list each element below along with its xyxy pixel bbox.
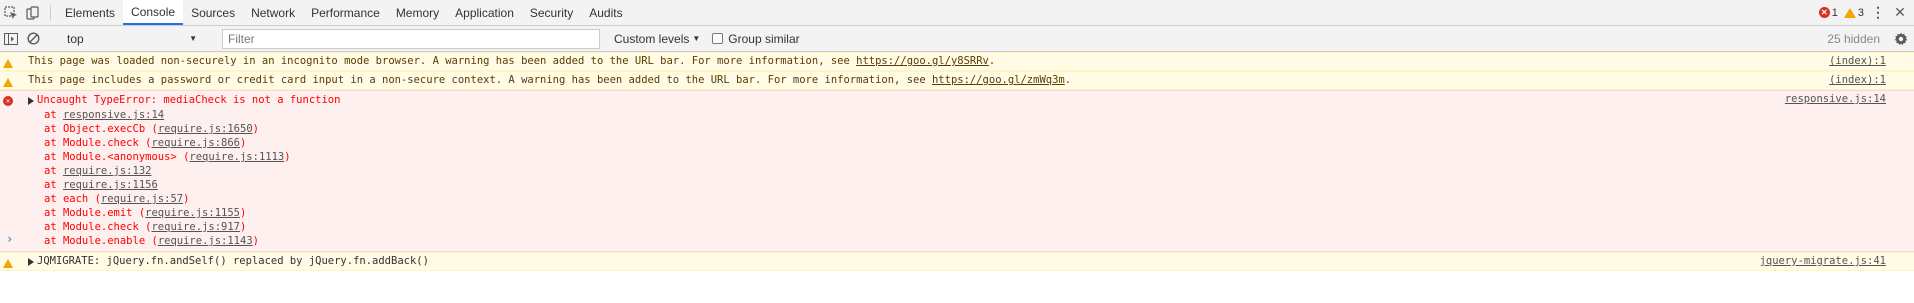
group-similar-label: Group similar [728, 31, 800, 46]
stack-frame: at Module.emit (require.js:1155) [44, 207, 247, 219]
tab-security[interactable]: Security [522, 0, 581, 25]
tab-console[interactable]: Console [123, 0, 184, 25]
stack-frame: at Object.execCb (require.js:1650) [44, 123, 259, 135]
log-levels-dropdown[interactable]: Custom levels ▼ [614, 32, 700, 46]
warning-icon [1843, 7, 1856, 18]
warning-text: This page was loaded non-securely in an … [28, 55, 857, 67]
expand-triangle-icon[interactable] [28, 96, 34, 105]
warning-link[interactable]: https://goo.gl/zmWq3m [932, 74, 1065, 86]
warning-message: This page was loaded non-securely in an … [0, 52, 1914, 71]
chevron-down-icon: ▼ [692, 34, 701, 43]
prompt-chevron-icon: › [6, 232, 14, 246]
error-icon: ✕ [1818, 7, 1830, 18]
stack-frame-link[interactable]: require.js:866 [151, 137, 240, 149]
stack-frame-link[interactable]: require.js:1113 [189, 151, 284, 163]
console-prompt[interactable]: › [0, 230, 1914, 248]
group-similar-checkbox[interactable] [712, 33, 724, 44]
stack-frame-link[interactable]: require.js:1155 [145, 207, 240, 219]
tab-sources[interactable]: Sources [183, 0, 243, 25]
warning-counter[interactable]: 3 [1843, 6, 1864, 19]
error-counter[interactable]: ✕ 1 [1818, 6, 1838, 19]
context-value: top [67, 31, 84, 46]
tab-separator [50, 5, 51, 20]
log-levels-label: Custom levels [614, 31, 690, 46]
console-sidebar-icon[interactable] [0, 32, 22, 45]
error-text: Uncaught TypeError: mediaCheck is not a … [37, 94, 341, 106]
stack-frame: at responsive.js:14 [44, 109, 165, 121]
filter-input[interactable] [222, 28, 600, 49]
tabbar-right: ✕ 1 3 ⋮ ✕ [1818, 0, 1914, 25]
error-icon: ✕ [3, 94, 13, 106]
warning-message: This page includes a password or credit … [0, 71, 1914, 90]
clear-console-icon[interactable] [22, 32, 44, 45]
error-count: 1 [1831, 6, 1838, 19]
stack-frame: at require.js:132 [44, 165, 152, 177]
stack-frame-link[interactable]: require.js:1156 [63, 179, 158, 191]
stack-frame-link[interactable]: require.js:57 [101, 193, 183, 205]
hidden-count: 25 hidden [1827, 31, 1880, 46]
warning-text: This page includes a password or credit … [28, 74, 932, 86]
message-source-link[interactable]: (index):1 [1829, 72, 1886, 89]
chevron-down-icon: ▼ [189, 34, 197, 43]
tab-performance[interactable]: Performance [303, 0, 388, 25]
context-select[interactable]: top ▼ [63, 29, 203, 49]
console-toolbar: top ▼ Custom levels ▼ Group similar 25 h… [0, 26, 1914, 52]
stack-frame: at require.js:1156 [44, 179, 158, 191]
warning-link[interactable]: https://goo.gl/y8SRRv [856, 55, 989, 67]
stack-frame: at each (require.js:57) [44, 193, 190, 205]
error-header[interactable]: Uncaught TypeError: mediaCheck is not a … [28, 93, 1894, 108]
tab-application[interactable]: Application [447, 0, 522, 25]
warning-suffix: . [988, 55, 996, 67]
close-icon[interactable]: ✕ [1892, 4, 1908, 21]
message-source-link[interactable]: responsive.js:14 [1785, 93, 1886, 105]
kebab-menu-icon[interactable]: ⋮ [1870, 4, 1886, 21]
devtools-tabbar: Elements Console Sources Network Perform… [0, 0, 1914, 26]
warning-text: JQMIGRATE: jQuery.fn.andSelf() replaced … [37, 255, 429, 267]
stack-frame: at Module.check (require.js:866) [44, 137, 247, 149]
error-message: ✕ Uncaught TypeError: mediaCheck is not … [0, 90, 1914, 252]
tab-network[interactable]: Network [243, 0, 303, 25]
tab-elements[interactable]: Elements [57, 0, 123, 25]
warning-count: 3 [1857, 6, 1864, 19]
message-source-link[interactable]: jquery-migrate.js:41 [1760, 253, 1886, 270]
warning-header[interactable]: JQMIGRATE: jQuery.fn.andSelf() replaced … [28, 253, 1894, 270]
gear-icon[interactable] [1890, 32, 1912, 46]
stack-frame-link[interactable]: require.js:132 [63, 165, 152, 177]
expand-triangle-icon[interactable] [28, 257, 34, 266]
stack-frame-link[interactable]: require.js:1650 [158, 123, 253, 135]
tab-audits[interactable]: Audits [581, 0, 630, 25]
stack-frame-link[interactable]: responsive.js:14 [63, 109, 164, 121]
warning-suffix: . [1064, 74, 1072, 86]
group-similar-toggle[interactable]: Group similar [712, 31, 800, 46]
inspect-element-icon[interactable] [0, 0, 22, 25]
stack-frame: at Module.<anonymous> (require.js:1113) [44, 151, 291, 163]
message-source-link[interactable]: (index):1 [1829, 53, 1886, 70]
warning-icon [3, 257, 13, 274]
warning-message: JQMIGRATE: jQuery.fn.andSelf() replaced … [0, 252, 1914, 271]
tab-memory[interactable]: Memory [388, 0, 447, 25]
device-toolbar-icon[interactable] [22, 0, 44, 25]
